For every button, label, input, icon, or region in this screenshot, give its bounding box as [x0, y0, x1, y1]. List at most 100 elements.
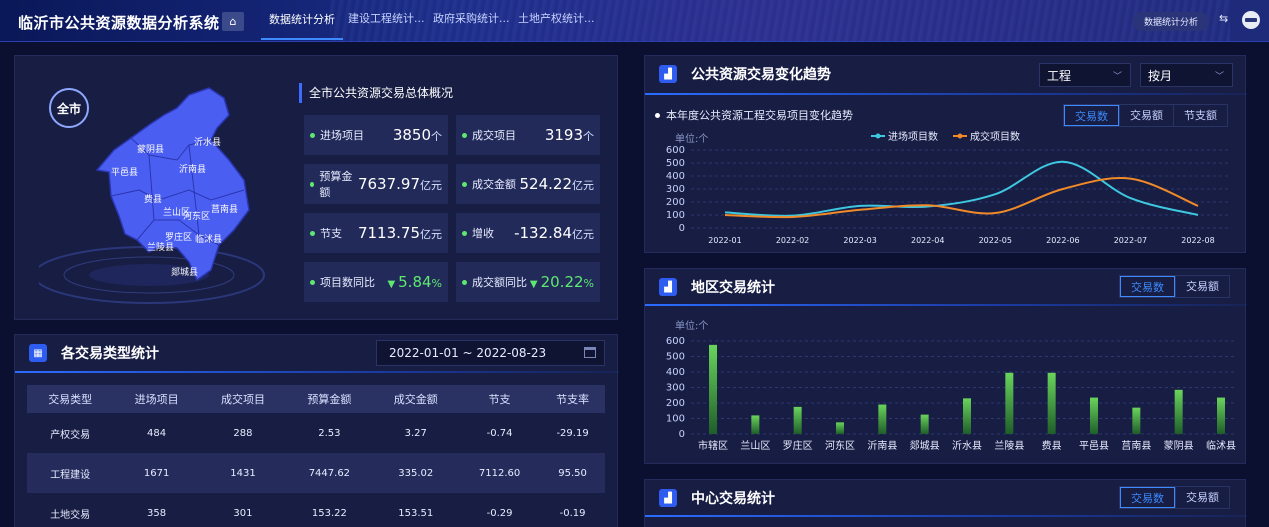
x-tick-label: 河东区	[825, 439, 855, 452]
tab-trade-count[interactable]: 交易数	[1120, 276, 1175, 297]
green-dot-icon	[462, 181, 467, 187]
x-tick-label: 市辖区	[698, 439, 728, 452]
y-tick-label: 200	[666, 197, 685, 208]
tab-trade-amount[interactable]: 交易额	[1175, 276, 1229, 297]
table-cell: -29.19	[556, 427, 589, 439]
stat-value: 3850	[392, 126, 431, 144]
stat-label: 进场项目	[320, 129, 364, 142]
bar-9	[1047, 372, 1056, 434]
table-cell: 7447.62	[286, 453, 373, 493]
center-title: 中心交易统计	[691, 491, 775, 507]
nav-tab-construction[interactable]: 建设工程统计...	[348, 10, 425, 40]
table-row[interactable]: 工程建设 1671 1431 7447.62 335.02 7112.60 95…	[27, 453, 605, 493]
map-label-mengyin: 蒙阴县	[137, 143, 164, 155]
center-panel: ▟ 中心交易统计 交易数 交易额	[644, 479, 1247, 527]
table-row[interactable]: 产权交易 484 288 2.53 3.27 -0.74 -29.19	[27, 413, 605, 453]
bar-3	[793, 406, 802, 434]
bar-13	[1217, 397, 1225, 434]
tab-trade-amount[interactable]: 交易额	[1175, 487, 1229, 508]
col-header: 进场项目	[113, 385, 200, 413]
x-tick-label: 2022-01	[708, 236, 741, 245]
tab-trade-count[interactable]: 交易数	[1120, 487, 1175, 508]
legend-marker	[957, 133, 963, 139]
map-label-feixian: 费县	[144, 193, 162, 205]
chart-icon: ▟	[659, 278, 677, 296]
x-tick-label: 2022-02	[776, 236, 809, 245]
table-cell: 153.22	[311, 507, 347, 519]
green-dot-icon	[462, 132, 467, 138]
col-header: 成交项目	[199, 385, 287, 413]
date-range-picker[interactable]: 2022-01-01 ~ 2022-08-23	[376, 340, 605, 366]
region-bar-chart: 单位:个 0 100 200 300 400 500 600 市辖区 兰山区 罗庄区 河东区 沂南县 郯城…	[666, 319, 1236, 452]
stat-unit: 亿元	[420, 228, 442, 241]
x-tick-label: 2022-06	[1046, 236, 1079, 245]
table-cell: 产权交易	[50, 429, 91, 441]
stat-entry-projects: 进场项目 3850个	[304, 115, 448, 155]
tab-trade-amount[interactable]: 交易额	[1119, 105, 1173, 126]
table-cell: 288	[233, 427, 253, 439]
table-row[interactable]: 土地交易 358 301 153.22 153.51 -0.29 -0.19	[27, 493, 605, 527]
map-label-linshu: 临沭县	[195, 233, 222, 245]
bar-11	[1132, 407, 1141, 434]
data-stats-button[interactable]: 数据统计分析	[1133, 12, 1209, 31]
y-tick-label: 400	[666, 171, 685, 182]
stat-revenue-gain: 增收 -132.84亿元	[456, 213, 600, 253]
home-button[interactable]: ⌂	[222, 12, 244, 31]
table-cell: 7112.60	[458, 453, 541, 493]
trend-title: 公共资源交易变化趋势	[691, 67, 831, 83]
map-label-junan: 莒南县	[211, 203, 238, 215]
period-select-value: 按月	[1148, 68, 1173, 83]
bar-6	[920, 414, 929, 434]
divider	[15, 371, 619, 373]
app-title: 临沂市公共资源数据分析系统	[18, 14, 220, 32]
date-range-value: 2022-01-01 ~ 2022-08-23	[389, 346, 547, 360]
x-tick-label: 兰陵县	[994, 439, 1024, 452]
green-dot-icon	[310, 181, 315, 187]
x-tick-label: 莒南县	[1121, 439, 1151, 452]
col-header: 交易类型	[27, 385, 114, 413]
region-panel: ▟ 地区交易统计 交易数 交易额 单位:个 0 100 200 300 400 500 600…	[644, 268, 1247, 464]
bar-12	[1174, 389, 1183, 434]
stat-value: -132.84	[514, 224, 572, 242]
table-cell: 2.53	[318, 427, 341, 439]
map-label-yinan: 沂南县	[179, 163, 206, 175]
x-tick-label: 沂南县	[867, 439, 897, 452]
stat-unit: 亿元	[572, 179, 594, 192]
x-tick-label: 沂水县	[952, 439, 982, 452]
stat-unit: 亿元	[572, 228, 594, 241]
divider	[645, 93, 1247, 95]
y-tick-label: 600	[666, 145, 685, 156]
period-select[interactable]: 按月 ﹀	[1140, 63, 1233, 87]
stat-label: 预算金额	[319, 170, 353, 199]
nav-tab-land[interactable]: 土地产权统计...	[518, 10, 595, 40]
divider	[645, 304, 1247, 306]
y-tick-label: 300	[666, 184, 685, 195]
tab-savings[interactable]: 节支额	[1173, 105, 1227, 126]
map-label-lanling: 兰陵县	[147, 241, 174, 253]
table-cell: 335.02	[372, 453, 459, 493]
user-avatar-icon[interactable]	[1242, 11, 1260, 29]
table-cell: 1671	[113, 453, 200, 493]
center-header: ▟ 中心交易统计	[659, 488, 775, 508]
x-tick-label: 2022-08	[1181, 236, 1214, 245]
stat-label: 节支	[320, 227, 342, 240]
green-dot-icon	[310, 230, 315, 236]
nav-tab-data-stats[interactable]: 数据统计分析	[261, 8, 343, 40]
x-tick-label: 兰山区	[740, 439, 770, 452]
col-header: 成交金额	[372, 385, 459, 413]
table-cell: 153.51	[398, 507, 434, 519]
swap-icon[interactable]: ⇆	[1219, 12, 1228, 25]
tab-trade-count[interactable]: 交易数	[1064, 105, 1119, 126]
bar-2	[751, 415, 760, 434]
stat-unit: %	[583, 277, 594, 290]
stat-unit: 个	[431, 130, 442, 143]
table-cell: -0.29	[486, 507, 513, 519]
type-select[interactable]: 工程 ﹀	[1039, 63, 1131, 87]
calendar-icon[interactable]	[584, 347, 596, 358]
city-badge[interactable]: 全市	[49, 88, 89, 128]
col-header: 节支率	[540, 385, 605, 413]
nav-tab-procurement[interactable]: 政府采购统计...	[433, 10, 510, 40]
x-tick-label: 2022-03	[843, 236, 876, 245]
stat-value: 20.22	[540, 273, 584, 291]
table-cell: 95.50	[540, 453, 605, 493]
